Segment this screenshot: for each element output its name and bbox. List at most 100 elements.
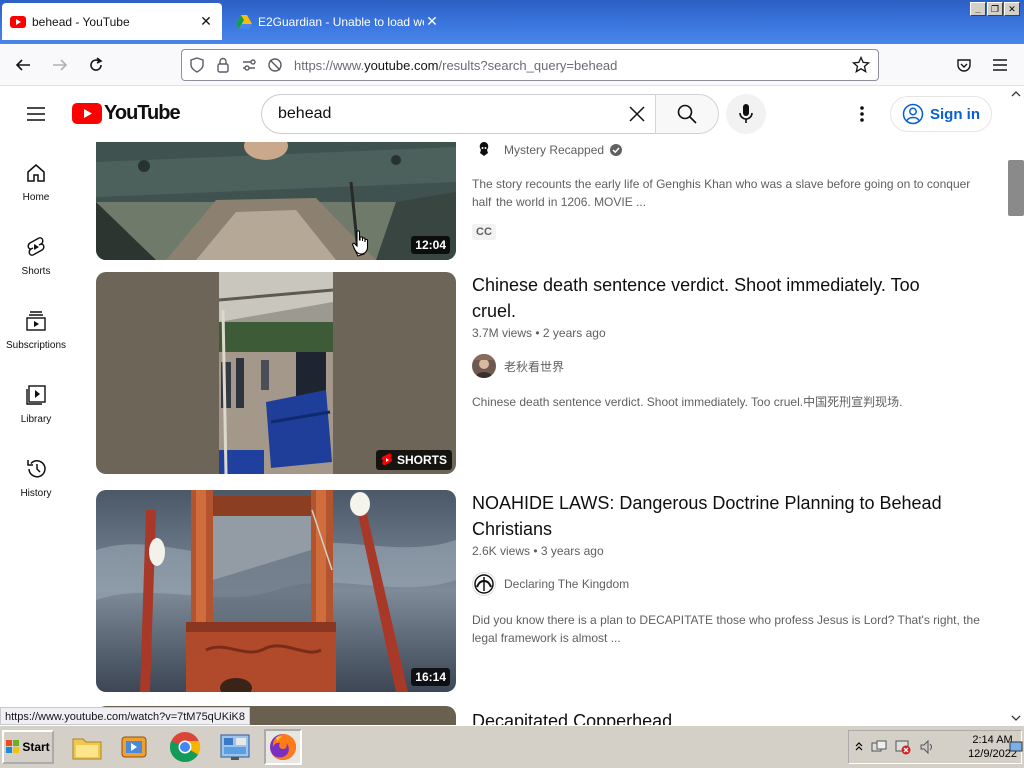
minimize-button[interactable]: _	[970, 2, 986, 16]
status-url-tooltip: https://www.youtube.com/watch?v=7tM75qUK…	[0, 707, 250, 725]
more-vert-icon	[860, 106, 864, 122]
duration-badge: 12:04	[411, 236, 450, 254]
video-thumbnail[interactable]: 12:04	[96, 142, 456, 260]
channel-name: Declaring The Kingdom	[504, 577, 630, 591]
network-error-icon[interactable]	[895, 739, 911, 755]
windows-logo-icon	[6, 740, 20, 753]
shorts-logo-icon	[381, 453, 393, 466]
tab-e2guardian[interactable]: E2Guardian - Unable to load websi ✕	[228, 3, 448, 40]
sidebar-item-subscriptions[interactable]: Subscriptions	[0, 290, 72, 360]
logo-text: YouTube	[104, 102, 181, 124]
address-bar[interactable]: https://www.youtube.com/results?search_q…	[181, 49, 879, 81]
back-button[interactable]	[10, 52, 36, 78]
guide-menu-button[interactable]	[22, 100, 50, 128]
search-button[interactable]	[655, 94, 719, 134]
video-thumbnail[interactable]: 16:14	[96, 490, 456, 692]
search-icon	[677, 104, 697, 124]
search-box[interactable]	[261, 94, 656, 134]
sign-in-button[interactable]: Sign in	[890, 96, 992, 132]
upload-age: 2 years ago	[542, 326, 606, 340]
shield-icon[interactable]	[186, 54, 208, 76]
folder-icon	[72, 738, 102, 760]
sidebar-item-shorts[interactable]: Shorts	[0, 216, 72, 286]
shorts-icon	[27, 237, 45, 256]
show-desktop-icon[interactable]	[1009, 741, 1023, 753]
video-title[interactable]: NOAHIDE LAWS: Dangerous Doctrine Plannin…	[472, 490, 962, 542]
tab-behead-youtube[interactable]: behead - YouTube ✕	[2, 3, 222, 40]
start-button[interactable]: Start	[2, 730, 54, 764]
microphone-icon	[739, 104, 753, 123]
library-icon	[26, 385, 46, 405]
taskbar-chrome[interactable]	[166, 729, 204, 765]
sidebar-item-label: Subscriptions	[5, 340, 67, 351]
youtube-logo[interactable]: YouTube	[72, 102, 181, 125]
search-input[interactable]	[278, 105, 608, 123]
pocket-icon	[957, 59, 971, 72]
media-player-icon	[121, 736, 147, 758]
lock-icon[interactable]	[212, 54, 234, 76]
shorts-label: SHORTS	[396, 453, 447, 467]
taskbar-control-panel[interactable]	[216, 729, 254, 765]
pocket-button[interactable]	[951, 52, 977, 78]
tab-close-icon[interactable]: ✕	[198, 13, 214, 30]
autoplay-blocked-icon[interactable]	[264, 54, 286, 76]
video-description: Chinese death sentence verdict. Shoot im…	[472, 395, 903, 409]
close-icon	[629, 106, 645, 122]
settings-more-button[interactable]	[850, 102, 874, 126]
close-window-button[interactable]: ✕	[1004, 2, 1020, 16]
firefox-icon	[270, 734, 296, 760]
show-hidden-icons-chevron-icon[interactable]	[855, 741, 863, 754]
sign-in-label: Sign in	[930, 105, 980, 123]
hamburger-icon	[993, 59, 1007, 71]
network-icon[interactable]	[871, 739, 887, 755]
video-title[interactable]: Chinese death sentence verdict. Shoot im…	[472, 272, 962, 324]
video-title[interactable]: Decapitated Copperhead	[472, 708, 962, 725]
clear-search-button[interactable]	[626, 103, 648, 125]
view-count: 3.7M views	[472, 326, 533, 340]
hand-cursor-icon	[352, 230, 369, 255]
browser-tab-strip: behead - YouTube ✕ E2Guardian - Unable t…	[0, 0, 1024, 44]
youtube-favicon-icon	[10, 14, 26, 30]
sidebar-item-home[interactable]: Home	[0, 142, 72, 212]
page-scrollbar[interactable]	[1008, 86, 1024, 724]
scroll-up-arrow-icon[interactable]	[1011, 90, 1021, 98]
channel-info[interactable]: Mystery Recapped	[472, 141, 623, 159]
channel-info[interactable]: Declaring The Kingdom	[472, 572, 629, 596]
voice-search-button[interactable]	[726, 94, 766, 134]
permissions-icon[interactable]	[238, 54, 260, 76]
restore-button[interactable]: ❐	[987, 2, 1003, 16]
app-menu-button[interactable]	[987, 52, 1013, 78]
taskbar-media-player[interactable]	[116, 729, 154, 765]
sidebar-item-history[interactable]: History	[0, 438, 72, 508]
tab-title: E2Guardian - Unable to load websi	[258, 14, 424, 29]
chrome-icon	[169, 732, 201, 763]
drive-favicon-icon	[236, 14, 252, 30]
channel-name: 老秋看世界	[504, 359, 565, 374]
reload-button[interactable]	[83, 52, 109, 78]
video-description: Did you know there is a plan to DECAPITA…	[472, 613, 980, 645]
sidebar-item-label: Shorts	[21, 266, 51, 277]
reload-icon	[90, 57, 103, 71]
scroll-down-arrow-icon[interactable]	[1011, 714, 1021, 722]
tab-title: behead - YouTube	[32, 14, 130, 29]
bookmark-star-icon[interactable]	[850, 54, 872, 76]
channel-avatar	[472, 354, 496, 378]
tab-close-icon[interactable]: ✕	[424, 13, 440, 30]
youtube-play-logo-icon	[72, 103, 102, 124]
video-metadata: 2.6K views • 3 years ago	[472, 544, 604, 558]
scrollbar-thumb[interactable]	[1008, 160, 1024, 216]
video-thumbnail[interactable]: SHORTS	[96, 272, 456, 474]
video-description: story recounts the early life of Genghis…	[496, 177, 971, 209]
sidebar-item-library[interactable]: Library	[0, 364, 72, 434]
forward-button[interactable]	[47, 52, 73, 78]
channel-info[interactable]: 老秋看世界	[472, 354, 564, 378]
taskbar-firefox[interactable]	[264, 729, 302, 765]
sidebar-item-label: Library	[20, 414, 52, 425]
window-controls: _ ❐ ✕	[970, 2, 1020, 16]
system-tray: 2:14 AM 12/9/2022	[848, 730, 1023, 764]
taskbar-file-explorer[interactable]	[68, 729, 106, 765]
video-metadata: 3.7M views • 2 years ago	[472, 326, 606, 340]
browser-navigation-bar: https://www.youtube.com/results?search_q…	[0, 44, 1024, 86]
volume-icon[interactable]	[919, 739, 935, 755]
thumbnail-image	[96, 142, 456, 260]
